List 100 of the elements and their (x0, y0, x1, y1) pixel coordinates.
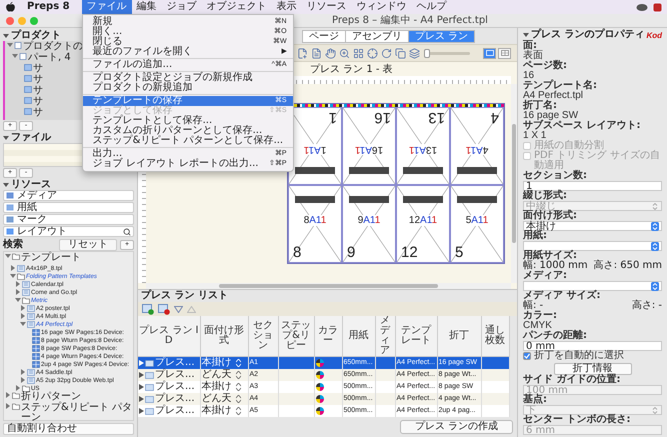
menu-item[interactable]: カスタムの折りパターンとして保存... (82, 126, 293, 136)
search-icon[interactable] (123, 228, 131, 236)
resource-category-button[interactable]: メディア (3, 190, 134, 201)
tree-item[interactable]: サ (33, 97, 43, 107)
single-view-button[interactable] (483, 48, 496, 58)
tree-item[interactable]: パート, 4 (28, 53, 71, 63)
file-plus-icon[interactable] (296, 47, 308, 59)
add-sheet-icon[interactable] (142, 304, 154, 314)
disclosure-triangle-icon[interactable] (5, 253, 11, 259)
tree-item[interactable]: サ (33, 75, 43, 85)
reset-button[interactable]: リセット (59, 238, 117, 250)
dropdown-field[interactable] (523, 241, 662, 251)
move-down-icon[interactable] (174, 306, 183, 312)
updown-arrow-icon[interactable] (236, 383, 240, 391)
disclosure-triangle-icon[interactable] (10, 273, 16, 279)
remove-sheet-icon[interactable] (158, 304, 170, 314)
view-tab[interactable]: ページ (302, 30, 346, 42)
resource-category-button[interactable]: マーク (3, 214, 134, 225)
disclosure-triangle-icon[interactable] (20, 305, 26, 311)
menu-title[interactable]: 表示 (272, 0, 302, 14)
column-header[interactable]: 通し枚数 (481, 316, 509, 356)
disclosure-triangle-icon[interactable] (523, 32, 529, 38)
menu-title[interactable]: ファイル (82, 0, 132, 14)
column-header[interactable]: 用紙 (342, 316, 375, 356)
grid-view-button[interactable] (498, 48, 511, 58)
disclosure-triangle-icon[interactable] (20, 369, 26, 375)
close-button[interactable] (6, 16, 14, 24)
menu-item[interactable]: ステップ&リピート パターンとして保存... (82, 136, 293, 146)
disclosure-triangle-icon[interactable] (15, 289, 21, 295)
updown-arrow-icon[interactable] (236, 371, 240, 379)
disclosure-triangle-icon[interactable] (7, 42, 13, 48)
status-icon[interactable] (636, 2, 648, 12)
tree-item[interactable]: サ (33, 64, 43, 74)
column-header[interactable]: 折丁 (437, 316, 481, 356)
menu-item[interactable]: プロダクト設定とジョブの新規作成 (82, 73, 293, 83)
scrollbar[interactable] (511, 84, 517, 283)
tree-item[interactable]: 折りパターン (21, 392, 81, 402)
dropdown-field[interactable] (523, 281, 662, 291)
column-header[interactable]: カラー (314, 316, 342, 356)
crosshair-icon[interactable] (366, 47, 378, 59)
disclosure-triangle-icon[interactable] (15, 281, 21, 287)
file-icon[interactable] (310, 47, 322, 59)
layers-icon[interactable] (408, 47, 420, 59)
resource-category-button[interactable]: レイアウト (3, 226, 134, 237)
tree-item[interactable]: サ (33, 108, 43, 118)
view-tab[interactable]: プレス ラン (408, 30, 476, 42)
view-tab[interactable]: アセンブリ (345, 30, 409, 42)
column-header[interactable]: 面付け形式 (200, 316, 248, 356)
disclosure-triangle-icon[interactable] (15, 297, 21, 303)
scrollbar[interactable] (146, 283, 511, 289)
copy-icon[interactable] (394, 47, 406, 59)
menu-title[interactable]: リソース (302, 0, 352, 14)
text-field[interactable]: 0 mm (523, 341, 662, 351)
auto-assign-button[interactable]: 自動割り合わせ (3, 423, 134, 435)
menu-title[interactable]: 編集 (132, 0, 162, 14)
menu-title[interactable]: ヘルプ (412, 0, 452, 14)
disclosure-triangle-icon[interactable] (12, 53, 18, 59)
text-field[interactable]: 1 (523, 181, 662, 191)
disclosure-triangle-icon[interactable] (5, 392, 11, 398)
tree-item[interactable]: サ (33, 86, 43, 96)
app-menu[interactable]: Preps 8 (15, 0, 82, 14)
menu-item[interactable]: プロダクトの新規追加 (82, 83, 293, 93)
grid-icon[interactable] (352, 47, 364, 59)
column-header[interactable]: ステップ&リピー (278, 316, 314, 356)
dropdown-field[interactable]: 本掛け (523, 221, 662, 231)
disclosure-triangle-icon[interactable] (3, 32, 9, 38)
disclosure-triangle-icon[interactable] (3, 182, 9, 188)
status-icon[interactable] (653, 2, 662, 12)
color-wheel-icon (316, 407, 324, 415)
resource-category-button[interactable]: 用紙 (3, 202, 134, 213)
property-label: パンチの距離: (523, 331, 588, 341)
disclosure-triangle-icon[interactable] (15, 385, 21, 391)
column-header[interactable]: プレス ラン ID (138, 316, 200, 356)
tree-item[interactable]: ステップ&リピート パターン (21, 403, 133, 423)
disclosure-triangle-icon[interactable] (10, 265, 16, 271)
disclosure-triangle-icon[interactable] (20, 377, 26, 383)
updown-arrow-icon[interactable] (236, 407, 240, 415)
menu-title[interactable]: オブジェクト (202, 0, 272, 14)
updown-arrow-icon (651, 282, 659, 290)
rotate-icon[interactable] (380, 47, 392, 59)
disclosure-triangle-icon[interactable] (20, 321, 26, 327)
signature-info-button[interactable]: 折丁情報 (554, 363, 632, 375)
column-header[interactable]: メディア (375, 316, 395, 356)
tree-item[interactable]: テンプレート (21, 253, 81, 263)
menu-item[interactable]: テンプレートとして保存... (82, 116, 293, 126)
zoom-icon[interactable] (338, 47, 350, 59)
disclosure-triangle-icon[interactable] (5, 403, 11, 409)
updown-arrow-icon[interactable] (236, 395, 240, 403)
slider-thumb[interactable] (424, 48, 430, 58)
hand-icon[interactable] (324, 47, 336, 59)
menu-title[interactable]: ジョブ (162, 0, 202, 14)
search-label: 検索 (3, 240, 24, 250)
column-header[interactable]: セクション (248, 316, 278, 356)
menu-title[interactable]: ウィンドウ (352, 0, 412, 14)
apple-icon[interactable] (6, 2, 15, 12)
disclosure-triangle-icon[interactable] (20, 313, 26, 319)
column-header[interactable]: テンプレート (395, 316, 437, 356)
checkbox[interactable] (523, 352, 531, 360)
disclosure-triangle-icon[interactable] (3, 134, 9, 140)
create-press-run-button[interactable]: プレス ランの作成 (400, 420, 513, 434)
